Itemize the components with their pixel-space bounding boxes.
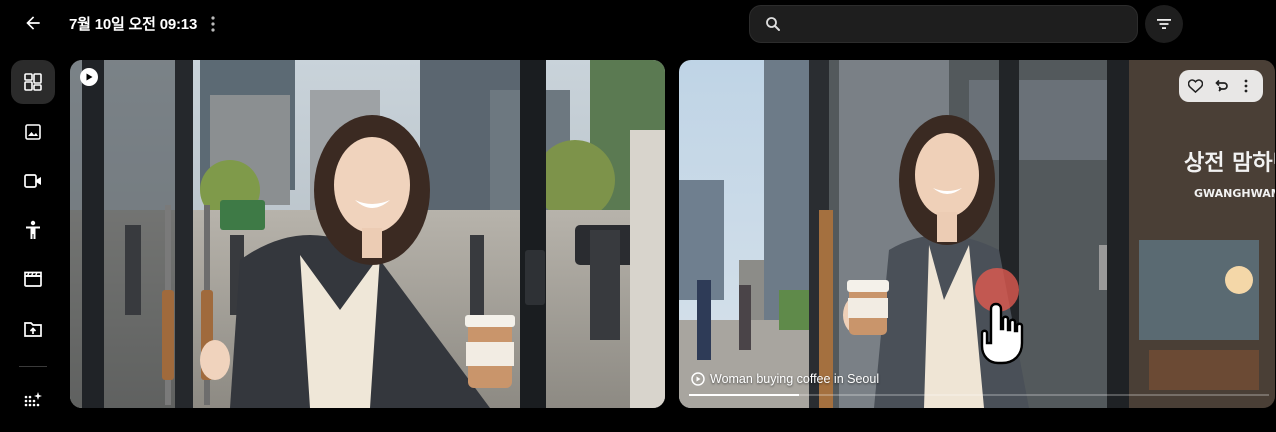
sidebar-item-characters[interactable] xyxy=(11,208,55,252)
page-title: 7월 10일 오전 09:13 xyxy=(69,16,198,33)
folder-upload-icon xyxy=(24,322,42,337)
reuse-prompt-button[interactable] xyxy=(1210,75,1232,97)
sidebar-item-scenes[interactable] xyxy=(11,257,55,301)
sparkle-grid-icon xyxy=(24,392,42,407)
video-thumbnail-2: 상전 맘하던 GWANGHWAMUN, S xyxy=(679,60,1275,408)
sidebar-item-upload[interactable] xyxy=(11,307,55,351)
video-progress-fill xyxy=(689,394,800,396)
video-progress-bar[interactable] xyxy=(689,394,1269,396)
reuse-prompt-icon xyxy=(1215,79,1228,92)
video-card-1[interactable] xyxy=(70,60,665,408)
play-circle-icon xyxy=(691,372,705,386)
more-vertical-icon xyxy=(211,16,215,32)
store-sign-latin: GWANGHWAMUN, S xyxy=(1194,187,1275,200)
sidebar-item-create[interactable] xyxy=(11,378,55,422)
favorite-button[interactable] xyxy=(1185,75,1207,97)
sidebar-item-images[interactable] xyxy=(11,110,55,154)
sidebar-item-dashboard[interactable] xyxy=(11,60,55,104)
video-card-2[interactable]: 상전 맘하던 GWANGHWAMUN, S Woman buying coffe… xyxy=(679,60,1275,408)
video-caption: Woman buying coffee in Seoul xyxy=(691,372,879,386)
sidebar-divider xyxy=(19,366,47,367)
dashboard-grid-icon xyxy=(24,73,42,91)
sidebar-item-videos[interactable] xyxy=(11,159,55,203)
search-icon xyxy=(766,17,780,31)
filter-icon xyxy=(1157,19,1171,29)
search-bar[interactable] xyxy=(749,5,1138,43)
card-more-button[interactable] xyxy=(1235,75,1257,97)
card-actions xyxy=(1179,70,1263,102)
filter-button[interactable] xyxy=(1145,5,1183,43)
top-bar: 7월 10일 오전 09:13 xyxy=(0,0,1276,48)
store-sign-korean: 상전 맘하던 xyxy=(1184,151,1275,176)
heart-icon xyxy=(1188,79,1204,93)
clapperboard-icon xyxy=(24,271,42,287)
sidebar xyxy=(0,56,66,432)
caption-text: Woman buying coffee in Seoul xyxy=(710,372,880,386)
video-thumbnail-1 xyxy=(70,60,665,408)
play-icon xyxy=(86,73,93,81)
search-input[interactable] xyxy=(794,12,1128,38)
arrow-back-icon xyxy=(26,16,40,30)
more-vertical-icon xyxy=(1244,79,1248,93)
more-options-button[interactable] xyxy=(203,12,223,36)
play-badge xyxy=(80,68,98,86)
back-button[interactable] xyxy=(18,8,48,38)
image-icon xyxy=(25,124,41,140)
video-camera-icon xyxy=(24,174,41,188)
person-icon xyxy=(26,220,40,239)
